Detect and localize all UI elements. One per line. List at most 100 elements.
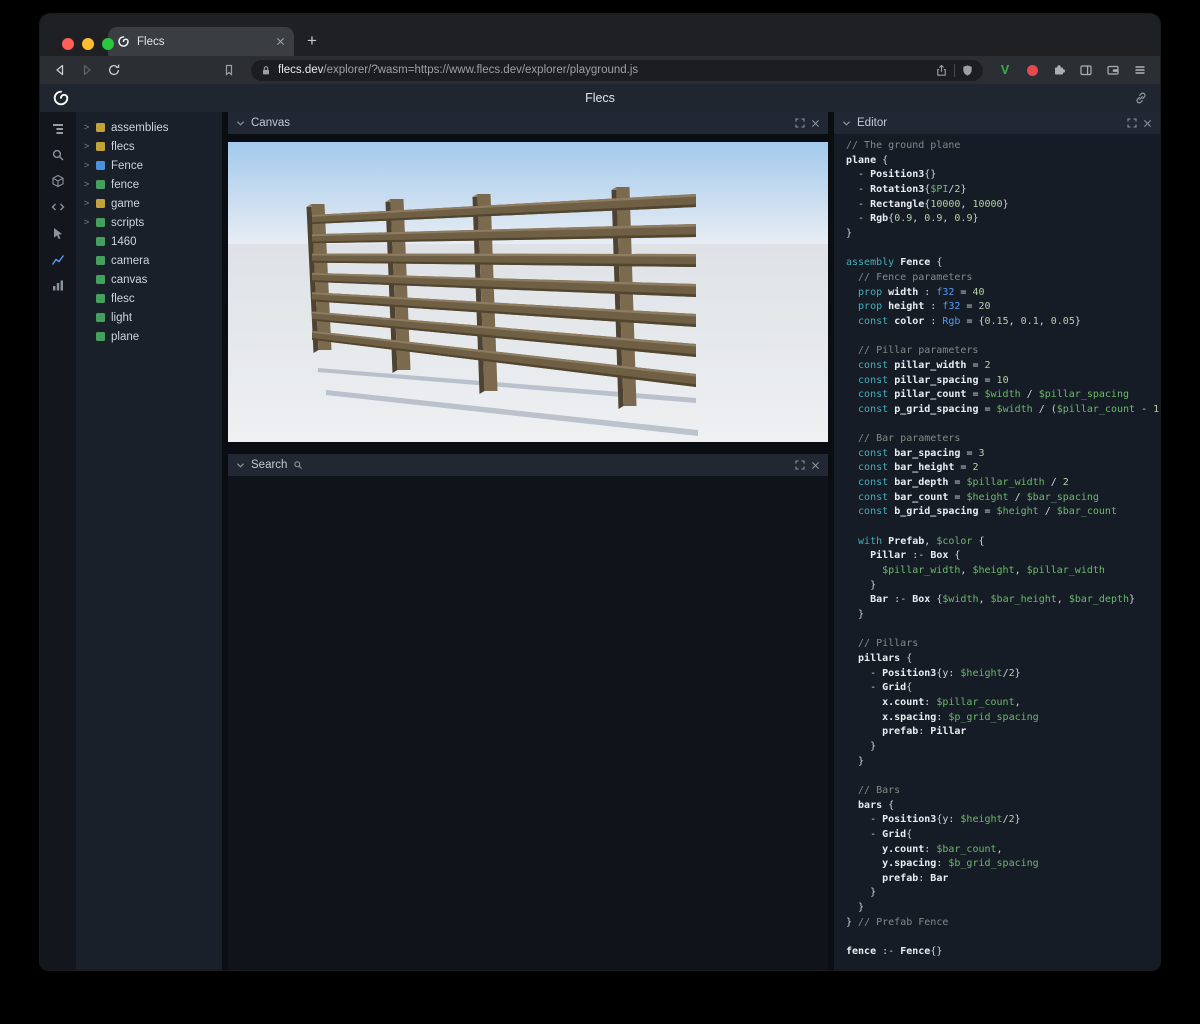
close-icon[interactable] [811, 119, 820, 128]
tree-item-light[interactable]: >light [76, 308, 222, 327]
expand-icon[interactable] [795, 118, 805, 128]
tree-item-Fence[interactable]: > Fence [76, 156, 222, 175]
close-window-button[interactable] [62, 38, 74, 50]
canvas-panel-header: Canvas [228, 112, 828, 134]
inspect-icon[interactable] [47, 224, 69, 241]
collapse-chevron-icon[interactable] [236, 119, 245, 128]
tree-view-icon[interactable] [47, 120, 69, 137]
code-line: } [846, 886, 1160, 901]
collapse-chevron-icon[interactable] [236, 461, 245, 470]
code-line: // Fence parameters [846, 271, 1160, 286]
entity-color-square [96, 313, 105, 322]
code-line: } // Prefab Fence [846, 916, 1160, 931]
code-line: - Grid{ [846, 681, 1160, 696]
code-line: prop height : f32 = 20 [846, 300, 1160, 315]
code-line: // Pillars [846, 637, 1160, 652]
expand-chevron-icon[interactable]: > [83, 217, 90, 228]
code-line: assembly Fence { [846, 256, 1160, 271]
expand-chevron-icon[interactable]: > [83, 122, 90, 133]
code-line: const pillar_spacing = 10 [846, 374, 1160, 389]
canvas-3d-view[interactable] [228, 142, 828, 442]
entity-color-square [96, 256, 105, 265]
new-tab-button[interactable]: + [298, 27, 326, 55]
close-icon[interactable] [1143, 119, 1152, 128]
reload-button[interactable] [104, 60, 124, 80]
extension-record-button[interactable] [1022, 60, 1042, 80]
code-line: plane { [846, 154, 1160, 169]
code-line: - Position3{y: $height/2} [846, 813, 1160, 828]
tree-item-label: assemblies [111, 122, 169, 134]
tree-item-label: canvas [111, 274, 147, 286]
code-line: const bar_spacing = 3 [846, 447, 1160, 462]
minimize-window-button[interactable] [82, 38, 94, 50]
tree-item-fence[interactable]: >fence [76, 175, 222, 194]
expand-chevron-icon[interactable]: > [83, 141, 90, 152]
tree-item-plane[interactable]: >plane [76, 327, 222, 346]
code-line: Bar :- Box {$width, $bar_height, $bar_de… [846, 593, 1160, 608]
permalink-button[interactable] [1134, 91, 1148, 105]
share-icon[interactable] [935, 64, 948, 77]
code-line: // Bars [846, 784, 1160, 799]
entities-icon[interactable] [47, 172, 69, 189]
editor-code[interactable]: // The ground planeplane { - Position3{}… [846, 139, 1160, 960]
stats-icon[interactable] [47, 276, 69, 293]
code-line: const pillar_width = 2 [846, 359, 1160, 374]
tree-item-flesc[interactable]: >flesc [76, 289, 222, 308]
tree-item-camera[interactable]: >camera [76, 251, 222, 270]
expand-chevron-icon[interactable]: > [83, 198, 90, 209]
chart-icon[interactable] [47, 250, 69, 267]
close-icon[interactable] [811, 461, 820, 470]
code-icon[interactable] [47, 198, 69, 215]
tree-item-label: flesc [111, 293, 135, 305]
collapse-chevron-icon[interactable] [842, 119, 851, 128]
editor-body[interactable]: // The ground planeplane { - Position3{}… [834, 134, 1160, 970]
sidebar-toggle-button[interactable] [1076, 60, 1096, 80]
expand-icon[interactable] [1127, 118, 1137, 128]
code-line: pillars { [846, 652, 1160, 667]
expand-chevron-icon[interactable]: > [83, 160, 90, 171]
tool-sidebar [40, 112, 76, 970]
tree-item-game[interactable]: >game [76, 194, 222, 213]
extensions-button[interactable] [1049, 60, 1069, 80]
tree-item-scripts[interactable]: >scripts [76, 213, 222, 232]
entity-color-square [96, 218, 105, 227]
tree-item-canvas[interactable]: >canvas [76, 270, 222, 289]
code-line: - Rotation3{$PI/2} [846, 183, 1160, 198]
search-panel-body[interactable] [228, 476, 828, 970]
forward-button[interactable] [77, 60, 97, 80]
entity-color-square [96, 123, 105, 132]
canvas-body [228, 142, 828, 442]
back-button[interactable] [50, 60, 70, 80]
expand-chevron-icon[interactable]: > [83, 179, 90, 190]
extension-v-button[interactable]: V [995, 60, 1015, 80]
tree-item-1460[interactable]: >1460 [76, 232, 222, 251]
code-line: x.count: $pillar_count, [846, 696, 1160, 711]
search-icon[interactable] [47, 146, 69, 163]
menu-button[interactable] [1130, 60, 1150, 80]
tree-item-assemblies[interactable]: > assemblies [76, 118, 222, 137]
editor-panel-header: Editor [834, 112, 1160, 134]
app-body: >assemblies>flecs>Fence>fence>game>scrip… [40, 112, 1160, 970]
code-line: const bar_depth = $pillar_width / 2 [846, 476, 1160, 491]
flecs-favicon-icon [117, 35, 130, 48]
expand-icon[interactable] [795, 460, 805, 470]
code-line [846, 623, 1160, 638]
zoom-window-button[interactable] [102, 38, 114, 50]
tab-close-icon[interactable] [276, 37, 285, 46]
tree-item-label: camera [111, 255, 149, 267]
browser-toolbar: flecs.dev/explorer/?wasm=https://www.fle… [40, 56, 1160, 84]
tree-item-flecs[interactable]: >flecs [76, 137, 222, 156]
code-line: const color : Rgb = {0.15, 0.1, 0.05} [846, 315, 1160, 330]
code-line [846, 330, 1160, 345]
browser-tab[interactable]: Flecs [108, 27, 294, 56]
code-line: } [846, 901, 1160, 916]
url-domain: flecs.dev [278, 64, 323, 76]
tree-item-label: Fence [111, 160, 143, 172]
record-icon [1027, 65, 1038, 76]
url-bar[interactable]: flecs.dev/explorer/?wasm=https://www.fle… [251, 60, 983, 81]
flecs-logo-icon[interactable] [52, 89, 70, 107]
code-line: y.spacing: $b_grid_spacing [846, 857, 1160, 872]
wallet-button[interactable] [1103, 60, 1123, 80]
shield-icon[interactable] [961, 64, 974, 77]
bookmark-button[interactable] [219, 60, 239, 80]
